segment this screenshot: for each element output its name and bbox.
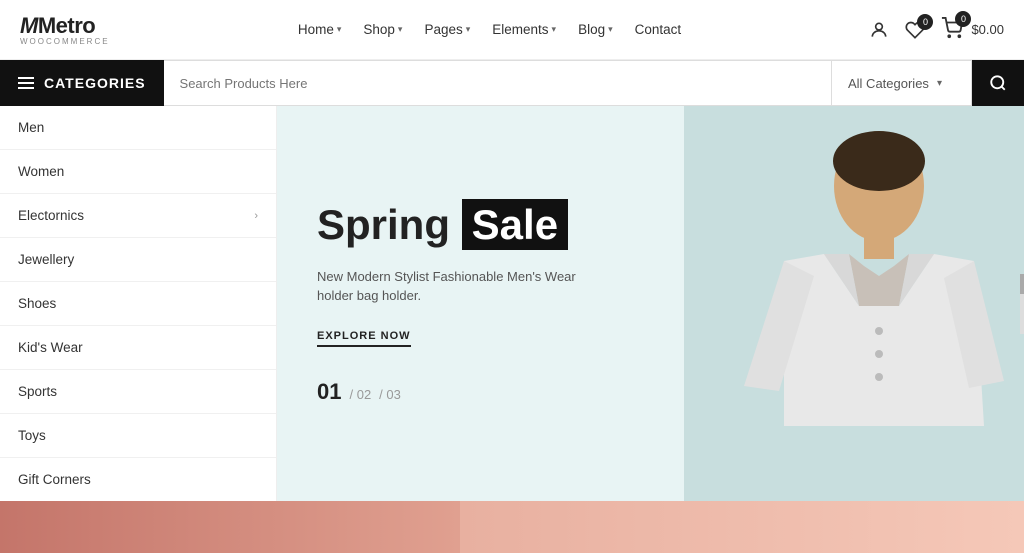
chevron-down-icon: ▾ [608, 24, 613, 35]
search-input-container [164, 60, 832, 106]
hero-text-area: Spring Sale New Modern Stylist Fashionab… [277, 106, 684, 501]
slide-sep1: / 02 [349, 387, 371, 402]
slide-indicator: 01 / 02 / 03 [317, 379, 644, 405]
bottom-panel-right[interactable] [460, 501, 1024, 553]
hero-title: Spring Sale [317, 202, 644, 248]
nav-pages[interactable]: Pages ▾ [424, 22, 470, 37]
sidebar-item-jewellery[interactable]: Jewellery [0, 238, 276, 282]
chevron-down-icon: ▾ [466, 24, 471, 35]
hamburger-icon [18, 77, 34, 89]
chevron-down-icon: ▾ [398, 24, 403, 35]
user-icon-button[interactable] [869, 20, 889, 40]
nav-elements[interactable]: Elements ▾ [492, 22, 556, 37]
logo[interactable]: MMetro WOOCOMMERCE [20, 13, 110, 46]
sidebar-item-sports[interactable]: Sports [0, 370, 276, 414]
slide-sep2: / 03 [379, 387, 401, 402]
logo-sub: WOOCOMMERCE [20, 37, 110, 46]
sidebar-item-women[interactable]: Women [0, 150, 276, 194]
hero-subtitle: New Modern Stylist Fashionable Men's Wea… [317, 267, 644, 306]
bottom-panels [0, 501, 1024, 553]
explore-now-button[interactable]: EXPLORE NOW [317, 330, 411, 347]
bottom-panel-left[interactable] [0, 501, 460, 553]
sidebar-item-electronics[interactable]: Electornics › [0, 194, 276, 238]
nav-contact[interactable]: Contact [635, 22, 682, 37]
slide-current: 01 [317, 379, 341, 405]
hero-banner: Spring Sale New Modern Stylist Fashionab… [277, 106, 1024, 501]
search-button[interactable] [972, 60, 1024, 106]
hero-image [684, 106, 1024, 501]
hero-sale-box: Sale [462, 199, 568, 250]
sidebar-item-toys[interactable]: Toys [0, 414, 276, 458]
chevron-down-icon: ▾ [552, 24, 557, 35]
nav-shop[interactable]: Shop ▾ [363, 22, 402, 37]
wishlist-badge: 0 [917, 14, 933, 30]
sidebar-categories-header[interactable]: CATEGORIES [0, 60, 164, 106]
main-area: Men Women Electornics › Jewellery Shoes … [0, 106, 1024, 501]
category-dropdown-label: All Categories [848, 76, 929, 91]
cart-badge: 0 [955, 11, 971, 27]
cart-total: $0.00 [971, 22, 1004, 37]
main-nav: Home ▾ Shop ▾ Pages ▾ Elements ▾ Blog ▾ … [298, 22, 681, 37]
header: MMetro WOOCOMMERCE Home ▾ Shop ▾ Pages ▾… [0, 0, 1024, 60]
sidebar-item-kids-wear[interactable]: Kid's Wear [0, 326, 276, 370]
sidebar-nav: Men Women Electornics › Jewellery Shoes … [0, 106, 277, 501]
chevron-down-icon: ▾ [337, 24, 342, 35]
category-dropdown[interactable]: All Categories ▾ [832, 60, 972, 106]
wishlist-icon-button[interactable]: 0 [905, 20, 925, 40]
scroll-indicator[interactable] [1020, 274, 1024, 334]
cart-icon-button[interactable]: 0 $0.00 [941, 17, 1004, 42]
search-row: CATEGORIES All Categories ▾ [0, 60, 1024, 106]
logo-text: MMetro [20, 13, 95, 39]
sidebar-item-gift-corners[interactable]: Gift Corners [0, 458, 276, 502]
sidebar-item-shoes[interactable]: Shoes [0, 282, 276, 326]
hero-image-svg [684, 106, 1024, 501]
header-icons: 0 0 $0.00 [869, 17, 1004, 42]
scroll-thumb [1020, 274, 1024, 294]
sidebar-item-men[interactable]: Men [0, 106, 276, 150]
categories-label: CATEGORIES [44, 75, 146, 91]
chevron-right-icon: › [254, 210, 258, 222]
chevron-down-icon: ▾ [937, 78, 942, 89]
nav-blog[interactable]: Blog ▾ [578, 22, 613, 37]
search-input[interactable] [180, 76, 815, 91]
nav-home[interactable]: Home ▾ [298, 22, 342, 37]
